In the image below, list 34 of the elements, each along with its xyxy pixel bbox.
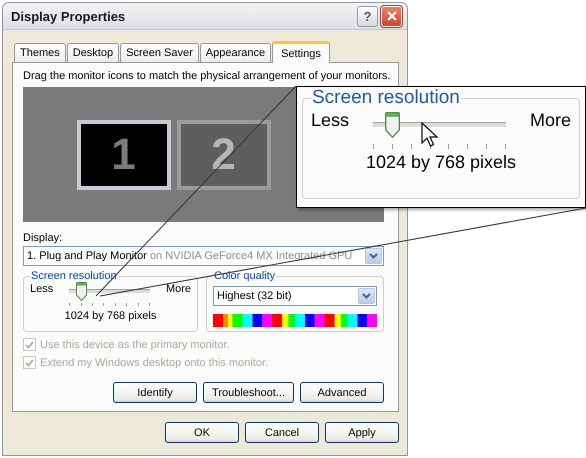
tab[interactable]: Settings: [272, 41, 330, 63]
less-label: Less: [30, 282, 54, 295]
close-button[interactable]: [381, 6, 402, 26]
slider-thumb[interactable]: [385, 112, 400, 138]
monitor-icon[interactable]: 1: [76, 120, 170, 190]
tab[interactable]: Appearance: [200, 43, 272, 62]
group-title: Screen resolution: [311, 87, 461, 109]
help-button[interactable]: ?: [357, 6, 378, 26]
panel-button[interactable]: Identify: [113, 382, 198, 403]
dialog-button[interactable]: Apply: [325, 422, 399, 443]
tab[interactable]: Themes: [14, 43, 66, 62]
resolution-reading: 1024 by 768 pixels: [64, 310, 158, 322]
window-title: Display Properties: [11, 8, 126, 24]
panel-button[interactable]: Troubleshoot...: [203, 382, 294, 403]
group-title: Screen resolution: [30, 270, 118, 282]
tab[interactable]: Desktop: [66, 43, 120, 62]
less-label: Less: [311, 109, 350, 131]
more-label: More: [530, 109, 571, 131]
more-label: More: [166, 282, 191, 295]
dialog-button[interactable]: OK: [165, 422, 239, 443]
slider-track[interactable]: [69, 282, 150, 301]
pointer-cursor-icon: [421, 122, 441, 150]
tab[interactable]: Screen Saver: [120, 43, 199, 62]
panel-button[interactable]: Advanced: [300, 382, 384, 403]
resolution-reading: 1024 by 768 pixels: [364, 152, 518, 173]
close-icon: [386, 10, 398, 22]
slider-thumb[interactable]: [76, 282, 87, 301]
dialog-button[interactable]: Cancel: [245, 422, 319, 443]
group-title: Color quality: [213, 270, 276, 282]
instruction-text: Drag the monitor icons to match the physical arrangement of your monitors.: [23, 70, 389, 82]
color-quality-dropdown[interactable]: Highest (32 bit): [213, 286, 377, 306]
check-icon: [25, 358, 34, 366]
display-label: Display:: [23, 232, 64, 244]
check-icon: [25, 340, 34, 348]
